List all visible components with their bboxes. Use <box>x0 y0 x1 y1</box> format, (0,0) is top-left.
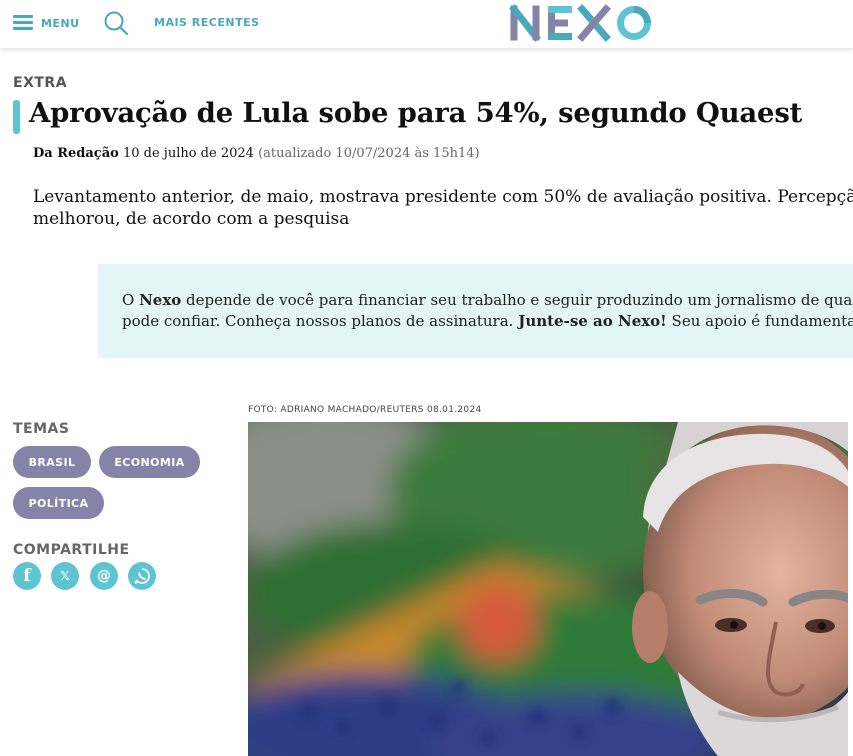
share-facebook-button[interactable]: f <box>13 562 41 590</box>
nexo-logo[interactable] <box>508 3 658 43</box>
tag-brasil[interactable]: BRASIL <box>13 446 91 478</box>
search-icon <box>104 11 129 36</box>
whatsapp-icon <box>134 568 150 584</box>
headline-accent-bar <box>13 100 20 134</box>
menu-button[interactable]: MENU <box>13 13 80 33</box>
x-icon: 𝕏 <box>60 569 70 583</box>
tag-politica[interactable]: POLÍTICA <box>13 487 104 519</box>
tag-economia[interactable]: ECONOMIA <box>99 446 200 478</box>
menu-label: MENU <box>41 16 80 30</box>
facebook-icon: f <box>23 566 31 586</box>
article-updated: (atualizado 10/07/2024 às 15h14) <box>258 146 480 161</box>
article-date: 10 de julho de 2024 <box>122 146 254 161</box>
article-lede: Levantamento anterior, de maio, mostrava… <box>33 187 853 229</box>
email-icon: @ <box>97 568 111 584</box>
share-whatsapp-button[interactable] <box>128 562 156 590</box>
share-x-button[interactable]: 𝕏 <box>51 562 79 590</box>
subscription-promo: O Nexo depende de você para financiar se… <box>98 264 853 358</box>
topics-heading: TEMAS <box>13 421 70 437</box>
photo-credit: FOTO: ADRIANO MACHADO/REUTERS 08.01.2024 <box>248 405 482 415</box>
recent-news-link[interactable]: MAIS RECENTES <box>154 16 260 29</box>
promo-nexo-name: Nexo <box>139 291 182 309</box>
promo-join-link[interactable]: Junte-se ao Nexo! <box>518 312 667 330</box>
promo-text: O Nexo depende de você para financiar se… <box>122 291 853 330</box>
article-photo[interactable] <box>248 422 848 756</box>
top-navigation-bar: MENU MAIS RECENTES <box>0 0 853 48</box>
share-email-button[interactable]: @ <box>90 562 118 590</box>
search-button[interactable] <box>103 10 129 36</box>
article-byline: Da Redação 10 de julho de 2024 (atualiza… <box>33 146 480 161</box>
share-heading: COMPARTILHE <box>13 542 130 558</box>
menu-icon <box>13 15 33 31</box>
lula-photo-illustration <box>248 422 848 756</box>
article-kicker: EXTRA <box>13 75 68 91</box>
article-headline: Aprovação de Lula sobe para 54%, segundo… <box>29 97 803 129</box>
article-author[interactable]: Da Redação <box>33 146 119 161</box>
